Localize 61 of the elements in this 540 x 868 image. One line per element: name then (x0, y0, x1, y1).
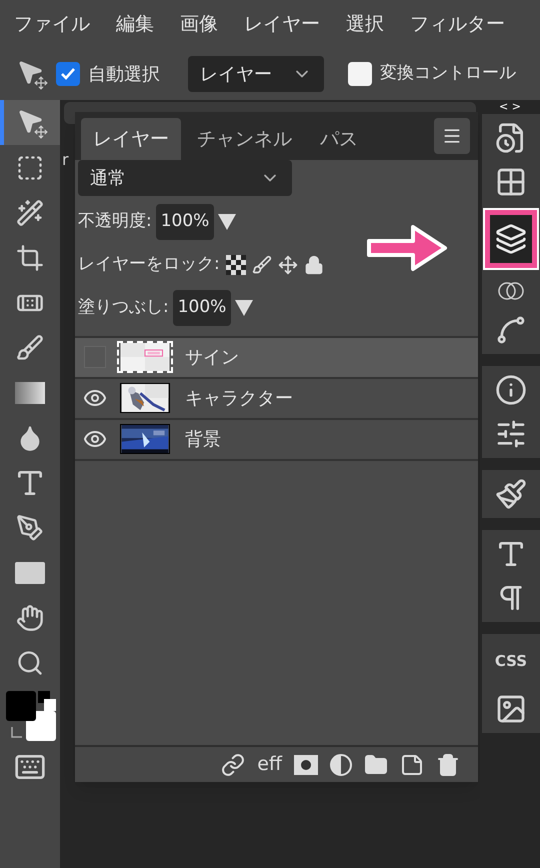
auto-select-label: 自動選択 (88, 62, 160, 86)
layer-name: 背景 (185, 428, 221, 452)
menu-button[interactable] (434, 118, 470, 154)
panel-tab[interactable]: チャンネル (185, 118, 304, 160)
circles-icon[interactable] (496, 280, 526, 302)
opacity-field[interactable]: 100% (156, 204, 214, 240)
sliders-icon[interactable] (495, 418, 527, 450)
menu-item[interactable]: 編集 (116, 10, 154, 38)
layers-icon (495, 223, 527, 255)
info-icon[interactable] (495, 374, 527, 406)
menu-item[interactable]: 選択 (346, 10, 384, 38)
link-icon[interactable] (221, 752, 246, 776)
new-page-icon[interactable] (400, 752, 424, 776)
document-tab[interactable]: r (62, 148, 69, 172)
half-circle-icon[interactable] (330, 754, 352, 776)
image-icon[interactable] (495, 692, 527, 724)
effects-button[interactable]: eff (257, 755, 282, 774)
layer-name: キャラクター (185, 386, 293, 410)
opacity-label: 不透明度: (78, 210, 152, 234)
menu-item[interactable]: フィルター (410, 10, 505, 38)
pen-icon (16, 514, 44, 542)
dropdown-triangle-icon[interactable] (218, 214, 236, 230)
folder-icon[interactable] (364, 752, 388, 776)
mask-icon[interactable] (294, 754, 318, 774)
brush-settings-icon[interactable] (495, 478, 527, 510)
panel-toggle[interactable]: < > (499, 100, 521, 114)
dropdown-triangle-icon[interactable] (235, 300, 254, 316)
menu-item[interactable]: 画像 (180, 10, 218, 38)
checkerboard-icon[interactable] (226, 254, 246, 275)
brush-icon[interactable] (252, 254, 272, 275)
trash-icon[interactable] (436, 752, 460, 776)
auto-select-checkbox[interactable] (56, 62, 80, 86)
gradient-icon (15, 382, 45, 404)
magic-wand-icon (16, 198, 44, 226)
lock-icon[interactable] (304, 254, 324, 275)
blend-mode-dropdown[interactable]: 通常 (78, 160, 292, 196)
crop-icon (16, 244, 44, 272)
curve-icon[interactable] (495, 314, 527, 346)
lock-label: レイヤーをロック: (78, 253, 220, 276)
layer-row[interactable]: キャラクター (75, 378, 478, 420)
menu-item[interactable]: レイヤー (244, 10, 320, 38)
brush-icon (16, 334, 44, 362)
layers-panel-button[interactable] (485, 210, 537, 268)
rectangle-icon (15, 562, 45, 584)
layer-row[interactable]: サイン (75, 338, 478, 378)
move-icon[interactable] (278, 254, 298, 275)
menu-item[interactable]: ファイル (14, 10, 90, 38)
hand-icon (16, 604, 44, 632)
layer-row[interactable]: 背景 (75, 420, 478, 460)
fill-field[interactable]: 100% (172, 290, 232, 326)
tool-button[interactable] (0, 100, 60, 145)
grid-icon[interactable] (495, 166, 527, 198)
panel-tab[interactable]: レイヤー (81, 118, 181, 160)
transform-controls-label: 変換コントロール (380, 62, 516, 86)
fill-label: 塗りつぶし: (78, 296, 169, 319)
target-dropdown[interactable]: レイヤー (188, 56, 324, 92)
marquee-icon (16, 154, 44, 182)
search-icon (16, 648, 44, 676)
transform-controls-checkbox[interactable] (348, 62, 372, 86)
layer-name: サイン (185, 346, 239, 370)
panel-tab[interactable]: パス (308, 118, 370, 160)
